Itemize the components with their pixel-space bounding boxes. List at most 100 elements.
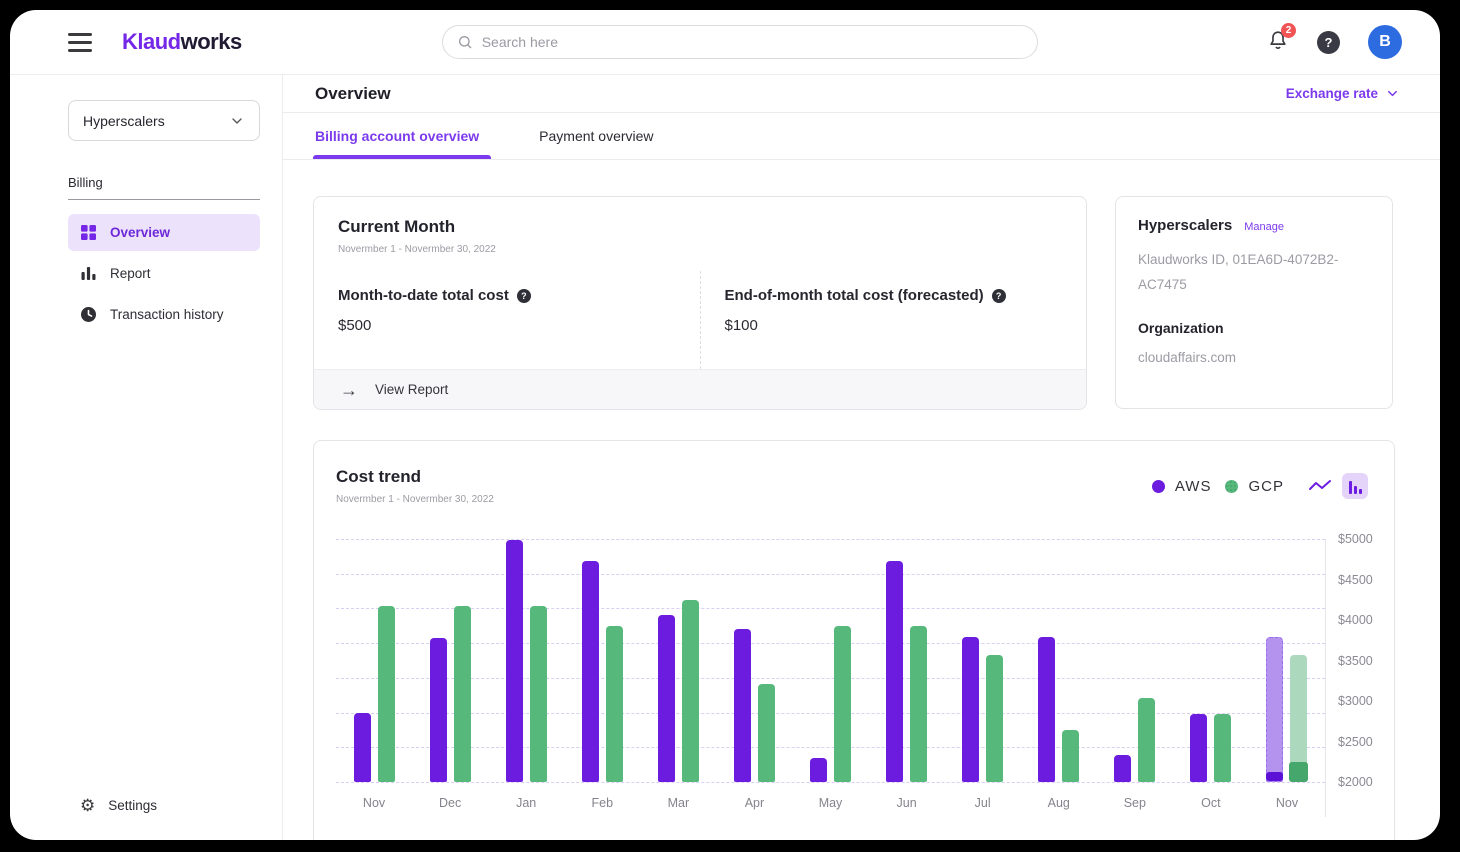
account-card-title: Hyperscalers — [1138, 217, 1233, 234]
bar-actual-cap-aws — [1266, 772, 1284, 781]
tab-billing-account-overview[interactable]: Billing account overview — [312, 113, 492, 159]
bar-aws-feb-3 — [581, 561, 599, 782]
bar-group-oct-11 — [1190, 539, 1232, 782]
bar-gcp-jun-7 — [909, 626, 927, 782]
metric-end-of-month: End-of-month total cost (forecasted) ? $… — [699, 271, 1087, 369]
bar-gcp-oct-11 — [1214, 714, 1232, 782]
bar-group-feb-3 — [581, 539, 623, 782]
current-month-card: Current Month Novermber 1 - Novermber 30… — [313, 196, 1087, 410]
gcp-legend-label: GCP — [1248, 477, 1284, 495]
y-tick-4: $3000 — [1338, 694, 1373, 708]
sidebar-item-settings[interactable]: ⚙ Settings — [68, 797, 260, 814]
sidebar-item-label: Transaction history — [110, 307, 224, 322]
x-tick-oct-11: Oct — [1201, 796, 1221, 810]
bar-group-jun-7 — [885, 539, 927, 782]
scope-selector-value: Hyperscalers — [83, 112, 165, 129]
bar-aws-jul-8 — [962, 637, 980, 782]
bar-gcp-nov-0 — [377, 606, 395, 782]
help-tooltip-icon[interactable]: ? — [991, 288, 1006, 303]
view-report-button[interactable]: → View Report — [314, 369, 1086, 409]
cost-trend-title: Cost trend — [336, 467, 421, 486]
page-header: Overview Exchange rate — [283, 75, 1440, 113]
sidebar-item-overview[interactable]: Overview — [68, 214, 260, 251]
settings-label: Settings — [108, 798, 158, 813]
search-icon — [458, 36, 472, 49]
bar-group-dec-1 — [429, 539, 471, 782]
app-window: Klaudworks 2 ? B Hyperscalers Bil — [10, 10, 1440, 840]
bar-group-apr-5 — [733, 539, 775, 782]
x-tick-jun-7: Jun — [896, 796, 917, 810]
user-avatar[interactable]: B — [1368, 25, 1402, 59]
sidebar-item-label: Report — [110, 266, 151, 281]
search-bar[interactable] — [441, 25, 1038, 59]
app-logo: Klaudworks — [122, 29, 242, 55]
cost-trend-chart: Nov Dec Jan Feb Mar Apr May Jun Jul Aug Sep Oct Nov … — [314, 532, 1394, 817]
tab-bar: Billing account overview Payment overvie… — [283, 113, 1440, 160]
bar-gcp-aug-9 — [1062, 730, 1080, 782]
x-tick-jan-2: Jan — [516, 796, 537, 810]
bar-aws-jan-2 — [505, 540, 523, 782]
sidebar-item-transaction-history[interactable]: Transaction history — [68, 296, 260, 333]
content-area: Current Month Novermber 1 - Novermber 30… — [283, 160, 1440, 840]
chevron-down-icon — [1388, 90, 1397, 97]
search-input[interactable] — [481, 34, 1023, 50]
hamburger-menu-icon[interactable] — [68, 32, 92, 52]
bar-gcp-nov-12 — [1289, 655, 1309, 782]
help-tooltip-icon[interactable]: ? — [516, 288, 531, 303]
organization-label: Organization — [1138, 319, 1224, 336]
y-tick-3: $3500 — [1338, 653, 1373, 668]
bar-aws-apr-5 — [733, 629, 751, 782]
bar-aws-may-6 — [809, 758, 827, 782]
bar-group-nov-12 — [1266, 539, 1309, 782]
x-tick-nov-0: Nov — [362, 796, 386, 810]
bar-gcp-may-6 — [833, 626, 851, 782]
x-tick-jul-8: Jul — [974, 796, 991, 810]
gridline — [336, 782, 1325, 783]
bar-aws-jun-7 — [885, 561, 903, 782]
sidebar-items: Overview Report Transaction history — [68, 214, 260, 333]
cost-trend-date-range: Novermber 1 - Novermber 30, 2022 — [336, 494, 494, 505]
x-tick-mar-4: Mar — [667, 796, 690, 810]
arrow-right-icon: → — [340, 379, 358, 400]
line-chart-icon — [1309, 480, 1331, 490]
logo-part-1: Klaud — [122, 29, 181, 54]
help-button[interactable]: ? — [1317, 30, 1340, 54]
organization-value: cloudaffairs.com — [1138, 349, 1237, 365]
top-bar: Klaudworks 2 ? B — [10, 10, 1440, 75]
bar-gcp-apr-5 — [757, 684, 775, 782]
notification-badge: 2 — [1281, 22, 1296, 38]
manage-link[interactable]: Manage — [1244, 221, 1284, 233]
bar-gcp-jan-2 — [529, 606, 547, 782]
gear-icon: ⚙ — [80, 796, 96, 815]
sidebar: Hyperscalers Billing Overview Report Tra… — [10, 75, 283, 840]
bar-group-nov-0 — [353, 539, 395, 782]
bar-group-jan-2 — [505, 539, 547, 782]
x-tick-dec-1: Dec — [439, 796, 462, 810]
cost-trend-card: Cost trend Novermber 1 - Novermber 30, 2… — [313, 440, 1395, 840]
page-title: Overview — [315, 83, 391, 103]
notifications-button[interactable]: 2 — [1267, 22, 1296, 56]
tab-payment-overview[interactable]: Payment overview — [539, 113, 665, 159]
bar-chart-icon — [1348, 481, 1352, 494]
y-tick-6: $2000 — [1338, 775, 1373, 789]
scope-selector[interactable]: Hyperscalers — [68, 100, 260, 141]
view-report-label: View Report — [375, 382, 449, 397]
bar-gcp-jul-8 — [986, 655, 1004, 782]
bar-aws-sep-10 — [1114, 755, 1132, 782]
y-tick-1: $4500 — [1338, 572, 1373, 587]
aws-legend-dot — [1151, 479, 1165, 493]
x-tick-sep-10: Sep — [1123, 796, 1146, 810]
x-tick-feb-3: Feb — [591, 796, 614, 810]
line-chart-toggle[interactable] — [1308, 478, 1332, 494]
grid-icon — [81, 225, 96, 240]
bar-gcp-mar-4 — [681, 600, 699, 782]
current-month-title: Current Month — [338, 217, 456, 236]
bar-chart-toggle[interactable] — [1342, 473, 1368, 499]
chevron-down-icon — [232, 117, 242, 124]
exchange-rate-dropdown[interactable]: Exchange rate — [1286, 86, 1400, 101]
chart-months: Nov Dec Jan Feb Mar Apr May Jun Jul Aug Sep Oct Nov — [336, 796, 1325, 810]
sidebar-item-report[interactable]: Report — [68, 255, 260, 292]
clock-icon — [81, 307, 96, 322]
exchange-rate-label: Exchange rate — [1285, 86, 1378, 101]
bar-aws-nov-12 — [1266, 637, 1284, 782]
